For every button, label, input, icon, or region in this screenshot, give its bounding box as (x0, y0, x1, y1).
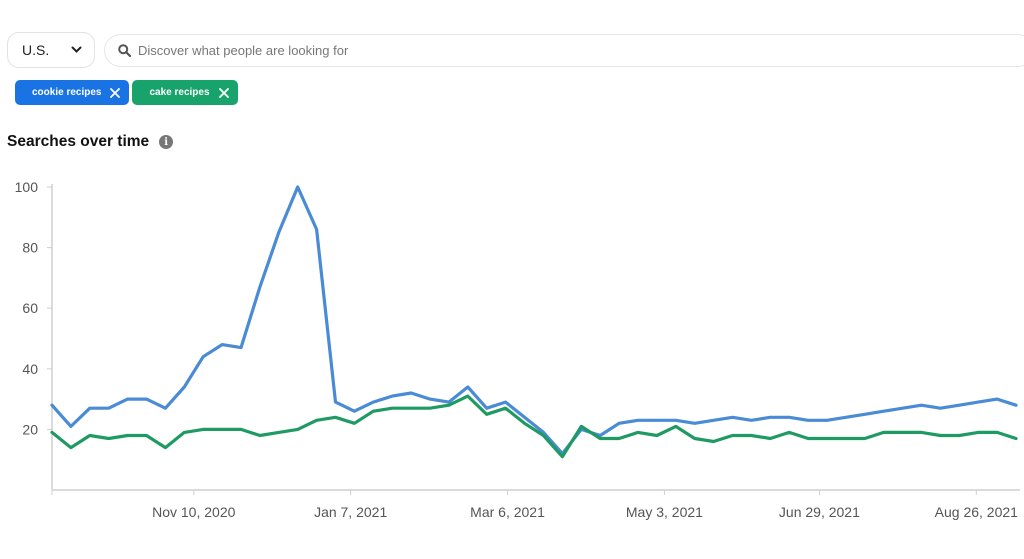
x-tick-label: Mar 6, 2021 (470, 504, 545, 520)
search-bar[interactable] (104, 34, 1024, 67)
y-tick-label: 20 (22, 421, 38, 437)
search-input[interactable] (138, 43, 838, 58)
section-title: Searches over time (7, 133, 150, 150)
tag-cookie-recipes[interactable]: cookie recipes (15, 80, 130, 105)
x-tick-label: Aug 26, 2021 (935, 504, 1019, 520)
y-tick-label: 60 (22, 300, 38, 316)
close-icon[interactable] (110, 87, 121, 98)
close-icon[interactable] (218, 87, 229, 98)
x-tick-label: May 3, 2021 (626, 504, 703, 520)
y-tick-label: 40 (22, 361, 38, 377)
x-tick-label: Jan 7, 2021 (314, 504, 387, 520)
y-tick-label: 100 (15, 179, 39, 195)
tag-label: cookie recipes (32, 87, 102, 98)
searches-over-time-chart: 20 40 60 80 100 Nov 10, 2020 Jan 7, 2021 Mar 6,… (15, 179, 1020, 520)
y-tick-label: 80 (22, 240, 38, 256)
search-icon (118, 44, 131, 57)
tag-label: cake recipes (149, 87, 210, 98)
x-tick-label: Jun 29, 2021 (779, 504, 860, 520)
section-header: Searches over time i (7, 133, 174, 151)
country-select[interactable]: U.S. (7, 32, 95, 68)
country-select-value: U.S. (22, 42, 50, 58)
chevron-down-icon (71, 46, 82, 53)
tag-cake-recipes[interactable]: cake recipes (132, 80, 238, 105)
series-line-cookie-recipes (50, 185, 1018, 456)
x-tick-label: Nov 10, 2020 (152, 504, 235, 520)
chart-series (50, 185, 1018, 459)
chart-axes: 20 40 60 80 100 Nov 10, 2020 Jan 7, 2021 Mar 6,… (15, 179, 1020, 520)
keyword-tags: cookie recipes cake recipes (15, 80, 238, 105)
info-icon[interactable]: i (159, 135, 174, 149)
